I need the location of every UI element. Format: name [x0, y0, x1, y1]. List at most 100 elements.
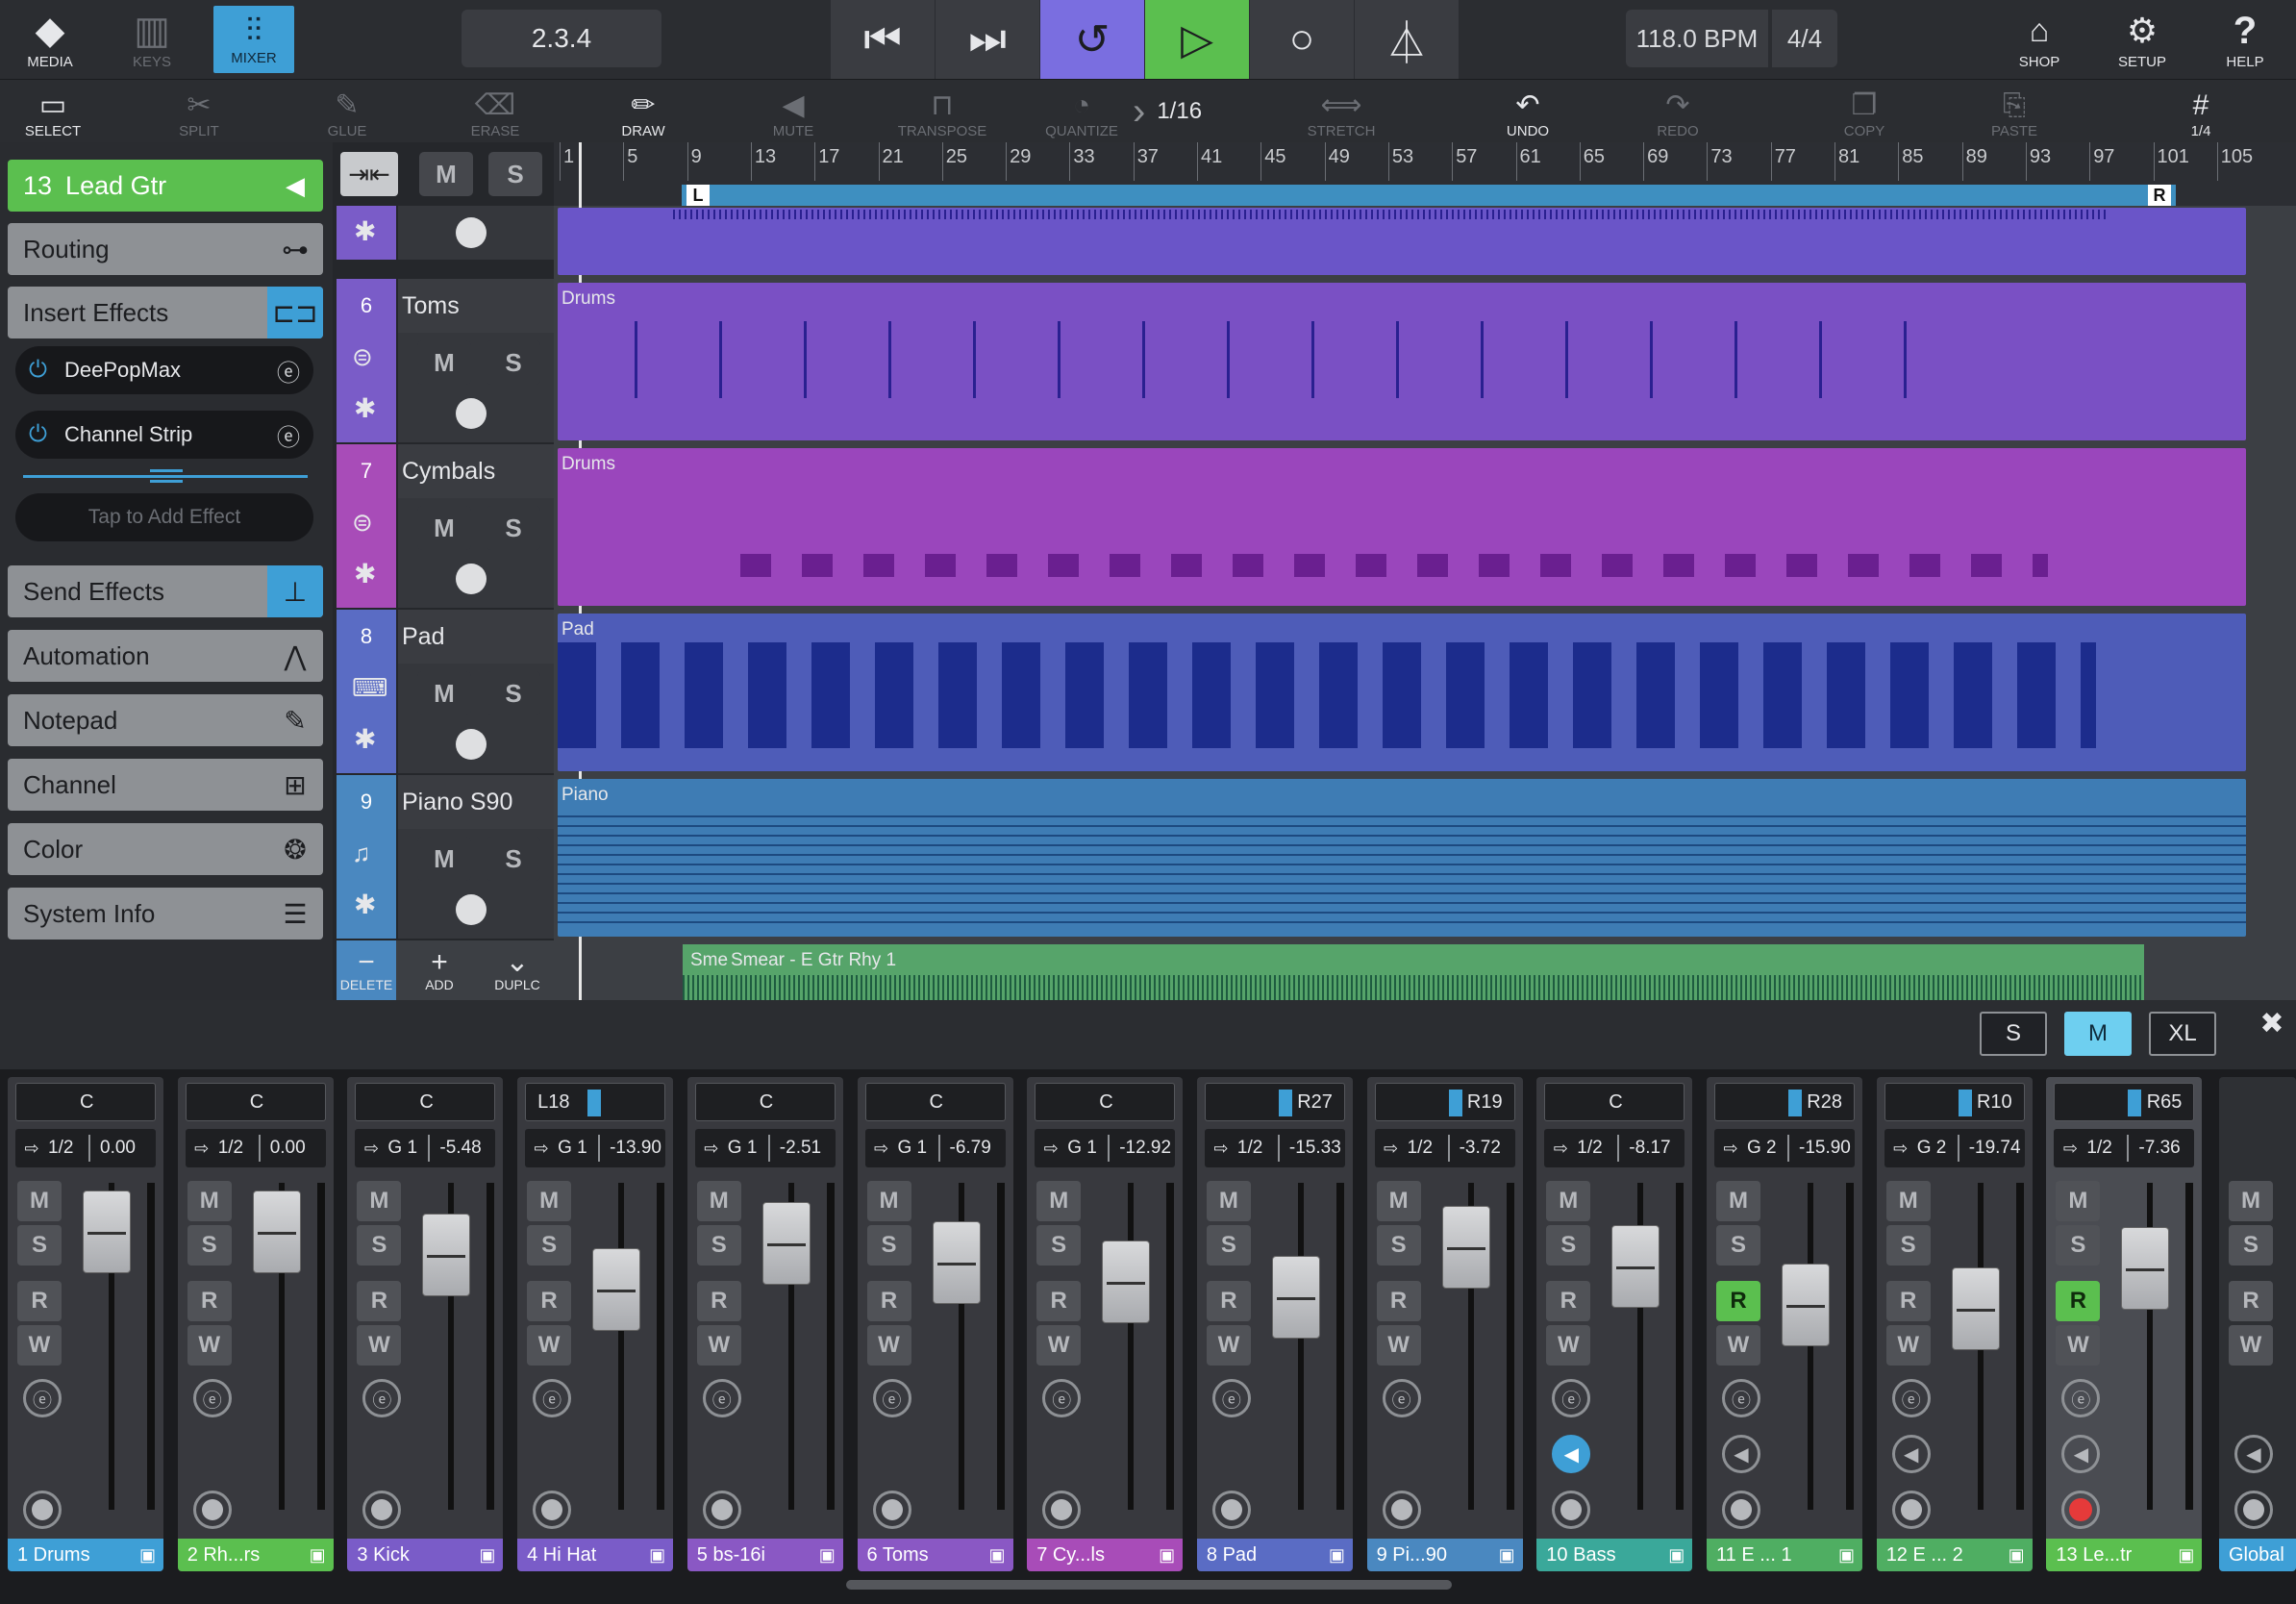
pan-control[interactable]: C: [1035, 1083, 1176, 1121]
record-arm-button[interactable]: [456, 564, 487, 594]
read-automation-button[interactable]: R: [527, 1281, 572, 1321]
monitor-icon[interactable]: ◀: [1722, 1435, 1760, 1473]
close-mixer-icon[interactable]: ✖: [2248, 1004, 2296, 1042]
channel-button[interactable]: Channel ⊞: [8, 759, 323, 811]
global-solo-button[interactable]: S: [2229, 1225, 2273, 1266]
drums-clip-top[interactable]: [558, 208, 2246, 275]
output-routing[interactable]: ⇨ G 1 -13.90: [525, 1129, 666, 1167]
asterisk-icon[interactable]: ✱: [354, 889, 376, 920]
keys-button[interactable]: ▥ KEYS: [108, 0, 196, 79]
write-automation-button[interactable]: W: [1885, 1325, 1931, 1366]
output-routing[interactable]: ⇨ 1/2 0.00: [15, 1129, 156, 1167]
edit-channel-icon[interactable]: ⓔ: [533, 1379, 572, 1417]
global-write-button[interactable]: W: [2229, 1325, 2273, 1366]
write-automation-button[interactable]: W: [357, 1325, 402, 1366]
edit-channel-icon[interactable]: ⓔ: [702, 1379, 741, 1417]
asterisk-icon[interactable]: ✱: [354, 392, 376, 424]
edit-channel-icon[interactable]: ⓔ: [2061, 1379, 2101, 1417]
channel-name-label[interactable]: 4 Hi Hat ▣: [517, 1539, 674, 1571]
mute-button[interactable]: M: [187, 1181, 232, 1221]
solo-button[interactable]: S: [1716, 1225, 1760, 1266]
loop-button[interactable]: ↺: [1040, 0, 1144, 79]
edit-channel-icon[interactable]: ⓔ: [1891, 1379, 1931, 1417]
solo-button[interactable]: S: [17, 1225, 62, 1266]
play-button[interactable]: ▷: [1145, 0, 1249, 79]
metronome-button[interactable]: ⏃: [1355, 0, 1459, 79]
output-routing[interactable]: ⇨ 1/2 0.00: [185, 1129, 326, 1167]
pan-control[interactable]: L18: [525, 1083, 666, 1121]
record-arm-button[interactable]: [2061, 1491, 2101, 1529]
solo-button[interactable]: S: [487, 506, 540, 550]
volume-fader[interactable]: [2121, 1227, 2170, 1310]
edit-icon[interactable]: ⓔ: [277, 354, 300, 388]
read-automation-button[interactable]: R: [866, 1281, 911, 1321]
write-automation-button[interactable]: W: [527, 1325, 572, 1366]
mute-button[interactable]: M: [1546, 1181, 1591, 1221]
notepad-button[interactable]: Notepad ✎: [8, 694, 323, 746]
pan-control[interactable]: C: [864, 1083, 1006, 1121]
channel-name-label[interactable]: 13 Le...tr ▣: [2046, 1539, 2203, 1571]
asterisk-icon[interactable]: ✱: [354, 215, 376, 247]
solo-button[interactable]: S: [527, 1225, 572, 1266]
volume-fader[interactable]: [1441, 1206, 1490, 1289]
mixer-scrollbar[interactable]: [846, 1580, 1452, 1590]
mute-button[interactable]: M: [1206, 1181, 1251, 1221]
edit-channel-icon[interactable]: ⓔ: [362, 1379, 402, 1417]
write-automation-button[interactable]: W: [1206, 1325, 1251, 1366]
volume-fader[interactable]: [252, 1190, 301, 1273]
track-name[interactable]: Piano S90: [398, 775, 554, 829]
pan-control[interactable]: C: [694, 1083, 836, 1121]
timeline-ruler[interactable]: L R 1 5 9 13 17 21 25 29 33 37 41 45 49 53 57 61 65 69 73 7…: [554, 142, 2296, 206]
volume-fader[interactable]: [1102, 1241, 1151, 1323]
mute-button[interactable]: M: [696, 1181, 741, 1221]
track-name[interactable]: Toms: [398, 279, 554, 333]
channel-name-label[interactable]: 2 Rh...rs ▣: [177, 1539, 334, 1571]
channel-name-label[interactable]: 1 Drums ▣: [8, 1539, 163, 1571]
global-mute-button[interactable]: M: [419, 152, 473, 196]
mute-button[interactable]: M: [1716, 1181, 1760, 1221]
delete-track-button[interactable]: − DELETE: [337, 940, 396, 1000]
edit-icon[interactable]: ⓔ: [277, 418, 300, 452]
mute-button[interactable]: M: [417, 837, 471, 881]
collapse-arrow-icon[interactable]: ◀: [267, 160, 323, 212]
read-automation-button[interactable]: R: [1885, 1281, 1931, 1321]
global-label[interactable]: Global: [2219, 1539, 2296, 1571]
channel-name-label[interactable]: 7 Cy...ls ▣: [1027, 1539, 1184, 1571]
input-monitor-button[interactable]: [1382, 1491, 1421, 1529]
input-monitor-button[interactable]: [1891, 1491, 1931, 1529]
read-automation-button[interactable]: R: [357, 1281, 402, 1321]
asterisk-icon[interactable]: ✱: [354, 723, 376, 755]
input-monitor-button[interactable]: [1552, 1491, 1591, 1529]
output-routing[interactable]: ⇨ 1/2 -8.17: [1544, 1129, 1685, 1167]
write-automation-button[interactable]: W: [187, 1325, 232, 1366]
effect-slot-1[interactable]: ⏻ DeePopMax ⓔ: [15, 346, 313, 394]
read-automation-button[interactable]: R: [17, 1281, 62, 1321]
channel-name-label[interactable]: 5 bs-16i ▣: [686, 1539, 843, 1571]
drag-handle-icon[interactable]: [150, 469, 183, 483]
glue-tool[interactable]: ✎ GLUE: [294, 80, 400, 143]
solo-button[interactable]: S: [357, 1225, 402, 1266]
pan-control[interactable]: C: [1544, 1083, 1685, 1121]
solo-button[interactable]: S: [487, 671, 540, 715]
mute-button[interactable]: M: [357, 1181, 402, 1221]
mute-button[interactable]: M: [1036, 1181, 1082, 1221]
write-automation-button[interactable]: W: [1376, 1325, 1421, 1366]
send-effects-button[interactable]: Send Effects ⊥: [8, 565, 323, 617]
mute-button[interactable]: M: [417, 671, 471, 715]
setup-button[interactable]: ⚙ SETUP: [2096, 0, 2188, 79]
mute-button[interactable]: M: [2056, 1181, 2101, 1221]
input-monitor-button[interactable]: [872, 1491, 911, 1529]
power-icon[interactable]: ⏻: [29, 421, 47, 448]
input-monitor-button[interactable]: [1211, 1491, 1251, 1529]
channel-name-label[interactable]: 6 Toms ▣: [857, 1539, 1013, 1571]
output-routing[interactable]: ⇨ G 1 -2.51: [694, 1129, 836, 1167]
solo-button[interactable]: S: [1206, 1225, 1251, 1266]
output-routing[interactable]: ⇨ G 2 -15.90: [1714, 1129, 1855, 1167]
mute-button[interactable]: M: [1376, 1181, 1421, 1221]
input-monitor-button[interactable]: [192, 1491, 232, 1529]
add-effect-slot[interactable]: Tap to Add Effect: [15, 493, 313, 541]
draw-tool[interactable]: ✏ DRAW: [590, 80, 696, 143]
read-automation-button[interactable]: R: [1206, 1281, 1251, 1321]
tempo-display[interactable]: 118.0 BPM: [1626, 10, 1768, 67]
global-input-button[interactable]: [2234, 1491, 2273, 1529]
